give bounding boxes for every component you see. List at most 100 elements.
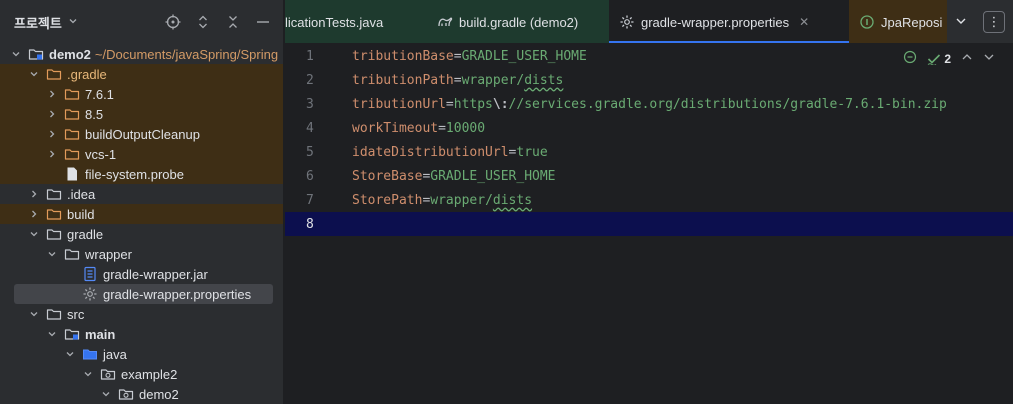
editor-tab-bar: licationTests.java build.gradle (demo2) … xyxy=(285,0,1013,44)
typo-count[interactable]: 2 xyxy=(927,52,951,66)
project-view-selector[interactable]: 프로젝트 xyxy=(14,13,62,32)
line-number: 5 xyxy=(306,144,314,160)
code-text: StoreBase=GRADLE_USER_HOME xyxy=(352,169,556,184)
minimize-icon[interactable] xyxy=(255,14,271,30)
tree-item[interactable]: gradle xyxy=(0,224,283,244)
chevron-right-icon[interactable] xyxy=(46,148,58,160)
properties-gear-icon xyxy=(619,14,635,30)
excluded-folder-icon xyxy=(64,146,80,162)
chevron-right-icon[interactable] xyxy=(46,128,58,140)
tree-item[interactable]: .gradle xyxy=(0,64,283,84)
project-panel: 프로젝트 demo2 ~/Documents/javaSpring/Spring.… xyxy=(0,0,284,404)
package-icon xyxy=(118,386,134,402)
tree-item[interactable]: demo2 xyxy=(0,384,283,404)
tab-tools: ⋮ xyxy=(947,0,1013,43)
tree-item-label: .idea xyxy=(67,186,96,202)
more-tabs-button[interactable]: ⋮ xyxy=(983,11,1005,33)
code-text: idateDistributionUrl=true xyxy=(352,145,548,160)
code-line[interactable]: 3 tributionUrl=https\://services.gradle.o… xyxy=(285,92,1013,116)
code-line[interactable]: 8 xyxy=(285,212,1013,236)
package-icon xyxy=(100,366,116,382)
tree-item-label: 8.5 xyxy=(85,106,104,122)
line-number: 2 xyxy=(306,72,314,88)
tree-item[interactable]: file-system.probe xyxy=(0,164,283,184)
typo-highlight[interactable]: dists xyxy=(493,193,532,208)
tab-jpa-repository[interactable]: JpaReposi xyxy=(849,0,947,43)
line-number: 4 xyxy=(306,120,314,136)
tab-label: gradle-wrapper.properties xyxy=(641,14,790,30)
chevron-down-icon[interactable] xyxy=(82,368,94,380)
chevron-down-icon[interactable] xyxy=(10,48,22,60)
editor-area: licationTests.java build.gradle (demo2) … xyxy=(285,0,1013,404)
tab-application-tests[interactable]: licationTests.java xyxy=(285,0,427,43)
equals-sign: = xyxy=(453,48,462,64)
tree-item[interactable]: demo2 ~/Documents/javaSpring/Spring xyxy=(0,44,283,64)
tree-item[interactable]: build xyxy=(0,204,283,224)
tree-item[interactable]: main xyxy=(0,324,283,344)
interface-icon xyxy=(859,14,875,30)
code-line[interactable]: 2 tributionPath=wrapper/dists xyxy=(285,68,1013,92)
tree-item-label: wrapper xyxy=(85,246,132,262)
target-icon[interactable] xyxy=(165,14,181,30)
gradle-icon xyxy=(437,14,453,30)
equals-sign: = xyxy=(445,96,454,112)
chevron-down-icon[interactable] xyxy=(28,68,40,80)
folder-icon xyxy=(64,246,80,262)
chevron-down-icon[interactable] xyxy=(28,228,40,240)
tree-item-label: src xyxy=(67,306,85,322)
chevron-down-icon[interactable] xyxy=(983,51,995,66)
chevron-down-icon[interactable] xyxy=(100,388,112,400)
chevron-down-icon[interactable] xyxy=(28,308,40,320)
tree-item[interactable]: example2 xyxy=(0,364,283,384)
chevron-down-icon[interactable] xyxy=(955,15,967,30)
tree-item[interactable]: gradle-wrapper.jar xyxy=(0,264,283,284)
tree-item[interactable]: gradle-wrapper.properties xyxy=(0,284,283,304)
tree-item-label: gradle xyxy=(67,226,104,242)
excluded-folder-icon xyxy=(64,86,80,102)
tree-item-label: gradle-wrapper.properties xyxy=(103,286,252,302)
line-number: 3 xyxy=(306,96,314,112)
collapse-all-icon[interactable] xyxy=(225,14,241,30)
typo-highlight[interactable]: dists xyxy=(524,73,563,88)
chevron-down-icon[interactable] xyxy=(46,328,58,340)
code-line[interactable]: 4 workTimeout=10000 xyxy=(285,116,1013,140)
tree-item[interactable]: src xyxy=(0,304,283,324)
property-value: wrapper/dists xyxy=(430,192,533,208)
chevron-right-icon[interactable] xyxy=(46,108,58,120)
chevron-down-icon[interactable] xyxy=(68,16,78,29)
code-line[interactable]: 7 StorePath=wrapper/dists xyxy=(285,188,1013,212)
chevron-right-icon[interactable] xyxy=(46,88,58,100)
tree-item-label: vcs-1 xyxy=(85,146,117,162)
module-folder-icon xyxy=(28,46,44,62)
tree-item[interactable]: .idea xyxy=(0,184,283,204)
tree-item-label: 7.6.1 xyxy=(85,86,114,102)
chevron-down-icon[interactable] xyxy=(46,248,58,260)
tree-item[interactable]: 8.5 xyxy=(0,104,283,124)
code-line[interactable]: 6 StoreBase=GRADLE_USER_HOME xyxy=(285,164,1013,188)
line-number: 7 xyxy=(306,192,314,208)
tree-item[interactable]: wrapper xyxy=(0,244,283,264)
close-icon[interactable]: ✕ xyxy=(799,15,809,29)
tree-item[interactable]: java xyxy=(0,344,283,364)
tree-item[interactable]: buildOutputCleanup xyxy=(0,124,283,144)
folder-icon xyxy=(46,226,62,242)
typo-count-value: 2 xyxy=(944,51,951,66)
tree-item-label: file-system.probe xyxy=(85,166,184,182)
chevron-right-icon[interactable] xyxy=(28,208,40,220)
tab-build-gradle[interactable]: build.gradle (demo2) xyxy=(427,0,609,43)
code-editor[interactable]: 1 tributionBase=GRADLE_USER_HOME 2 tributio… xyxy=(285,44,1013,404)
code-text: tributionBase=GRADLE_USER_HOME xyxy=(352,49,587,64)
chevron-down-icon[interactable] xyxy=(64,348,76,360)
expand-collapse-icon[interactable] xyxy=(195,14,211,30)
code-line[interactable]: 5 idateDistributionUrl=true xyxy=(285,140,1013,164)
chevron-up-icon[interactable] xyxy=(961,51,973,66)
tree-item[interactable]: 7.6.1 xyxy=(0,84,283,104)
no-errors-icon xyxy=(903,50,917,67)
tree-item[interactable]: vcs-1 xyxy=(0,144,283,164)
inspection-widget[interactable]: 2 xyxy=(903,50,995,67)
chevron-right-icon[interactable] xyxy=(28,188,40,200)
property-value: true xyxy=(516,144,548,160)
property-value: 10000 xyxy=(445,120,486,136)
tab-gradle-wrapper-properties[interactable]: gradle-wrapper.properties ✕ xyxy=(609,0,849,43)
